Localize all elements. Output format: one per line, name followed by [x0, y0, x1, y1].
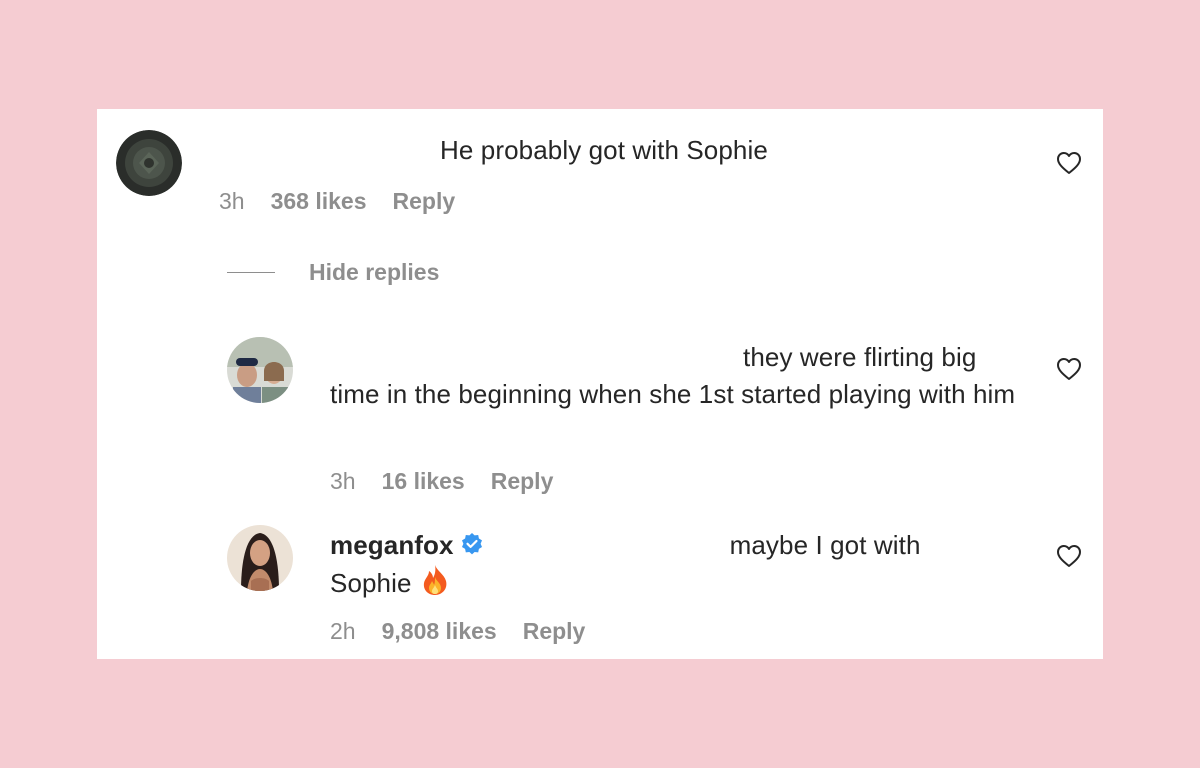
reply-timestamp: 2h: [330, 618, 356, 644]
reply-likes[interactable]: 9,808 likes: [382, 618, 497, 645]
commenter-avatar[interactable]: [116, 130, 182, 196]
reply-text-line-1: maybe I got with: [729, 530, 921, 560]
reply-likes[interactable]: 16 likes: [382, 468, 465, 495]
replies-divider-line: [227, 272, 275, 273]
comment-text: He probably got with Sophie: [440, 135, 768, 165]
meganfox-reply-meta: 2h 9,808 likes Reply: [330, 618, 585, 645]
hide-replies-label: Hide replies: [309, 259, 440, 285]
verified-badge-icon: [461, 533, 482, 555]
reply-text-rest: time in the beginning when she 1st start…: [330, 379, 1016, 409]
reply-avatar[interactable]: [227, 337, 293, 403]
comments-panel: He probably got with Sophie 3h 368 likes…: [97, 109, 1103, 659]
meganfox-reply-text: meganfox maybe I got with Sophie: [330, 527, 1020, 602]
comment-likes[interactable]: 368 likes: [271, 188, 367, 215]
heart-icon[interactable]: [1056, 544, 1082, 568]
meganfox-avatar[interactable]: [227, 525, 293, 591]
username-link[interactable]: meganfox: [330, 530, 454, 560]
heart-icon[interactable]: [1056, 151, 1082, 175]
reply-text-line-1: they were flirting big: [743, 342, 977, 372]
reply-button[interactable]: Reply: [393, 188, 456, 215]
comment-meta: 3h 368 likes Reply: [219, 188, 455, 215]
reply-text-line-2: Sophie: [330, 568, 412, 598]
reply-text: they were flirting big time in the begin…: [330, 339, 1020, 413]
heart-icon[interactable]: [1056, 357, 1082, 381]
hide-replies-toggle[interactable]: Hide replies: [227, 259, 439, 286]
comment-timestamp: 3h: [219, 188, 245, 214]
fire-emoji-icon: [423, 565, 446, 595]
reply-button[interactable]: Reply: [523, 618, 586, 645]
reply-meta: 3h 16 likes Reply: [330, 468, 553, 495]
reply-button[interactable]: Reply: [491, 468, 554, 495]
reply-timestamp: 3h: [330, 468, 356, 494]
